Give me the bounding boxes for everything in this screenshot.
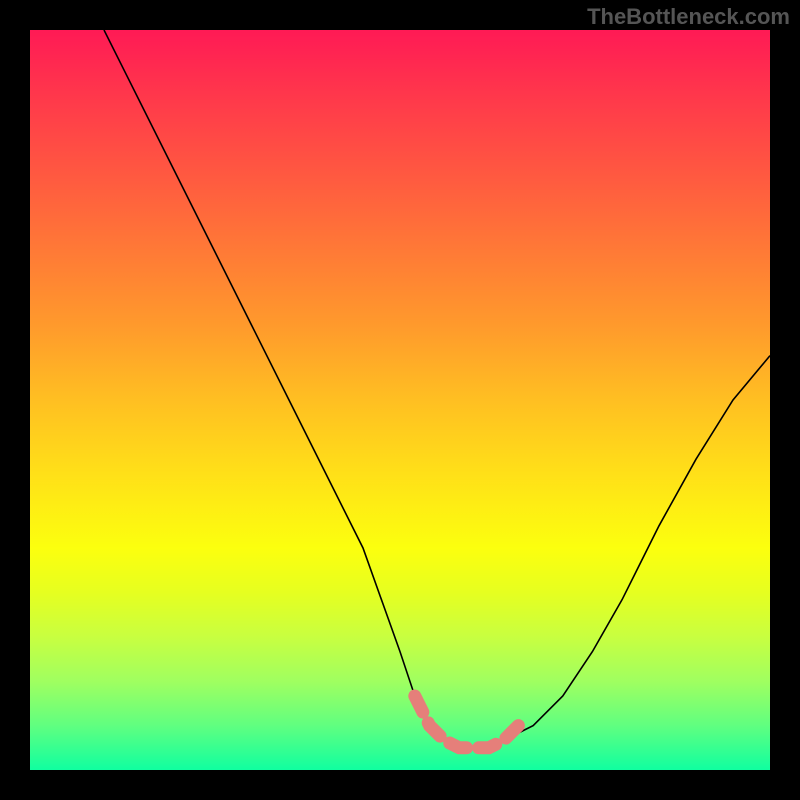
highlight-band (415, 696, 519, 748)
chart-svg (30, 30, 770, 770)
watermark-text: TheBottleneck.com (587, 4, 790, 30)
bottleneck-curve (104, 30, 770, 748)
chart-plot-area (30, 30, 770, 770)
